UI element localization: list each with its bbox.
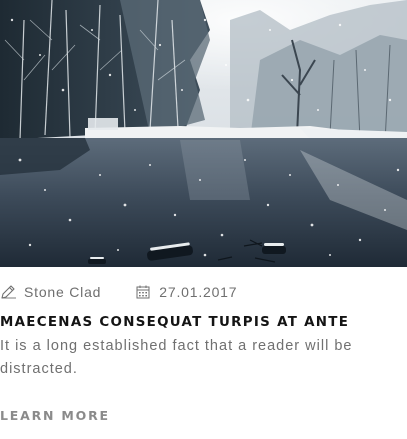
- calendar-icon: [136, 285, 150, 299]
- pencil-icon: [1, 285, 16, 299]
- post-excerpt: It is a long established fact that a rea…: [0, 338, 353, 377]
- author-meta[interactable]: Stone Clad: [0, 284, 101, 300]
- blog-post-card: Stone Clad 27.01.2017 MAECENAS CONSEQUAT…: [0, 0, 407, 439]
- post-meta: Stone Clad 27.01.2017: [0, 282, 407, 302]
- post-date: 27.01.2017: [159, 284, 238, 300]
- learn-more-link[interactable]: LEARN MORE: [0, 408, 110, 423]
- post-image[interactable]: [0, 0, 407, 267]
- date-meta: 27.01.2017: [135, 284, 237, 300]
- author-name[interactable]: Stone Clad: [24, 284, 101, 300]
- post-title[interactable]: MAECENAS CONSEQUAT TURPIS AT ANTE: [0, 314, 407, 332]
